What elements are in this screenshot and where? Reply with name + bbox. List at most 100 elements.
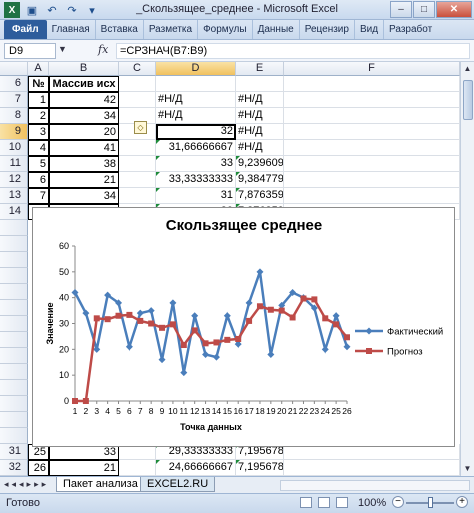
scroll-up-icon[interactable]: ▲ (461, 62, 474, 76)
row-header[interactable] (0, 364, 28, 380)
close-button[interactable]: ✕ (436, 1, 472, 18)
column-header-f[interactable]: F (284, 62, 460, 76)
row-header[interactable]: 8 (0, 108, 28, 124)
error-warning-icon[interactable]: ◇ (134, 121, 147, 134)
row-header[interactable] (0, 268, 28, 284)
cell-f[interactable] (284, 172, 460, 188)
sheet-nav-icons[interactable]: ◂◂◂▸▸▸ (4, 479, 49, 490)
tab-view[interactable]: Вид (353, 20, 383, 39)
page-break-view-icon[interactable] (336, 497, 348, 508)
cell-d[interactable]: 32 (156, 124, 236, 140)
cell-a[interactable]: 5 (28, 156, 49, 172)
row-header[interactable] (0, 412, 28, 428)
column-header-b[interactable]: B (49, 62, 119, 76)
sheet-tab-excel2[interactable]: EXCEL2.RU (140, 477, 216, 492)
column-header-d[interactable]: D (156, 62, 236, 76)
cell-f[interactable] (284, 460, 460, 476)
zoom-level[interactable]: 100% (358, 497, 386, 509)
vertical-scrollbar[interactable]: ▲ ▼ (460, 62, 474, 476)
cell-d[interactable] (156, 76, 236, 92)
row-header[interactable]: 9 (0, 124, 28, 140)
cell-b[interactable]: 21 (49, 172, 119, 188)
cell-c[interactable] (119, 140, 156, 156)
row-header[interactable]: 10 (0, 140, 28, 156)
cell-a[interactable]: 26 (28, 460, 49, 476)
row-header[interactable] (0, 220, 28, 236)
cell-e[interactable]: #Н/Д (236, 92, 284, 108)
cell-f[interactable] (284, 156, 460, 172)
cell-b[interactable]: 34 (49, 108, 119, 124)
maximize-button[interactable]: □ (413, 1, 435, 18)
tab-home[interactable]: Главная (47, 20, 95, 39)
tab-developer[interactable]: Разработ (383, 20, 437, 39)
cell-d[interactable]: 31 (156, 188, 236, 204)
cell-c[interactable] (119, 188, 156, 204)
cell-b[interactable]: 41 (49, 140, 119, 156)
cell-d[interactable]: #Н/Д (156, 108, 236, 124)
cell-f[interactable] (284, 108, 460, 124)
cell-d[interactable]: 33 (156, 156, 236, 172)
row-header[interactable] (0, 428, 28, 444)
cell-e[interactable]: 9,384779 (236, 172, 284, 188)
chart[interactable]: Скользящее среднее 0 10 20 30 40 50 60 1 2 3 4 5 6 7 8 9… (32, 207, 455, 447)
zoom-in-icon[interactable]: + (456, 496, 468, 508)
page-layout-view-icon[interactable] (318, 497, 330, 508)
row-header[interactable]: 13 (0, 188, 28, 204)
row-header[interactable] (0, 348, 28, 364)
cell-b[interactable]: 20 (49, 124, 119, 140)
row-header[interactable]: 12 (0, 172, 28, 188)
row-header[interactable]: 14 (0, 204, 28, 220)
row-header[interactable] (0, 284, 28, 300)
zoom-slider-handle[interactable] (428, 497, 433, 508)
column-header-c[interactable]: C (119, 62, 156, 76)
formula-input[interactable]: =СРЗНАЧ(B7:B9) (116, 43, 470, 59)
cell-d[interactable]: 24,66666667 (156, 460, 236, 476)
cell-a[interactable]: 4 (28, 140, 49, 156)
cell-e[interactable]: #Н/Д (236, 140, 284, 156)
cell-d[interactable]: 33,33333333 (156, 172, 236, 188)
row-header[interactable]: 11 (0, 156, 28, 172)
scroll-down-icon[interactable]: ▼ (461, 462, 474, 476)
cell-c[interactable] (119, 76, 156, 92)
cell-d[interactable]: #Н/Д (156, 92, 236, 108)
cell-b[interactable]: 34 (49, 188, 119, 204)
cell-e[interactable]: 7,876359 (236, 188, 284, 204)
cell-e[interactable]: #Н/Д (236, 108, 284, 124)
cell-c[interactable] (119, 92, 156, 108)
chevron-down-icon[interactable]: ▼ (58, 44, 67, 54)
row-header[interactable]: 31 (0, 444, 28, 460)
cell-a[interactable]: 2 (28, 108, 49, 124)
select-all-corner[interactable] (0, 62, 28, 76)
cell-a[interactable]: 1 (28, 92, 49, 108)
row-header[interactable]: 6 (0, 76, 28, 92)
zoom-out-icon[interactable]: − (392, 496, 404, 508)
row-header[interactable] (0, 252, 28, 268)
horizontal-scrollbar[interactable] (280, 480, 470, 491)
cell-a[interactable]: 6 (28, 172, 49, 188)
row-header[interactable]: 7 (0, 92, 28, 108)
cell-c[interactable] (119, 172, 156, 188)
cell-f[interactable] (284, 92, 460, 108)
cell-f[interactable] (284, 140, 460, 156)
cell-d[interactable]: 31,66666667 (156, 140, 236, 156)
normal-view-icon[interactable] (300, 497, 312, 508)
minimize-button[interactable]: – (390, 1, 412, 18)
cell-b[interactable]: 21 (49, 460, 119, 476)
cell-b[interactable]: 42 (49, 92, 119, 108)
name-box[interactable]: D9 (4, 43, 56, 59)
cell-e[interactable]: 9,239609 (236, 156, 284, 172)
tab-data[interactable]: Данные (251, 20, 299, 39)
cell-b[interactable]: 38 (49, 156, 119, 172)
row-header[interactable] (0, 396, 28, 412)
cell-e[interactable]: 7,195678 (236, 460, 284, 476)
cell-a[interactable]: 7 (28, 188, 49, 204)
cell-e[interactable]: #Н/Д (236, 124, 284, 140)
scroll-thumb[interactable] (463, 80, 473, 120)
tab-file[interactable]: Файл (4, 20, 47, 39)
row-header[interactable] (0, 380, 28, 396)
tab-insert[interactable]: Вставка (94, 20, 143, 39)
cell-b[interactable]: Массив исх (49, 76, 119, 92)
row-header[interactable] (0, 332, 28, 348)
cell-f[interactable] (284, 124, 460, 140)
insert-function-icon[interactable]: fx (98, 43, 108, 56)
